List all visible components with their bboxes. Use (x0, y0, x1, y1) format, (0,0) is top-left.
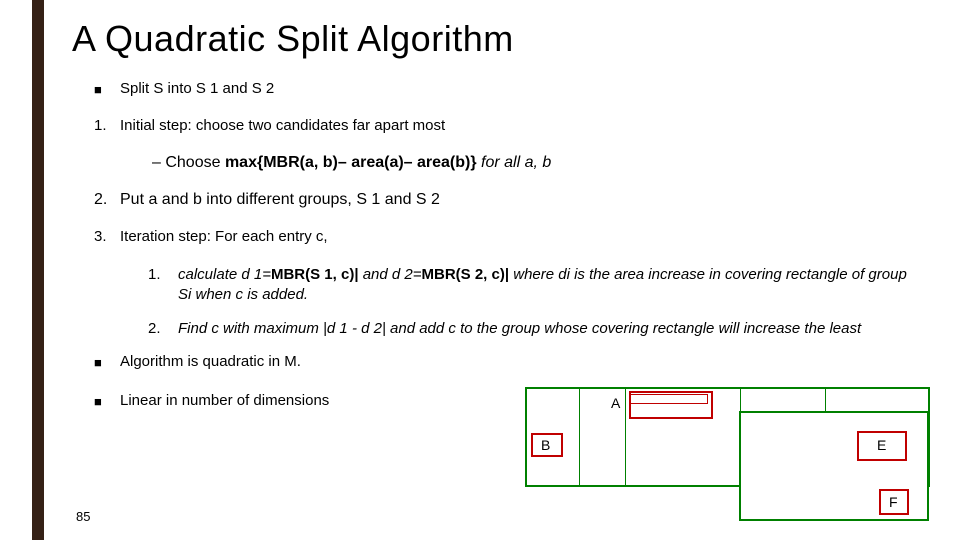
list-number: 1. (148, 265, 178, 306)
grid-line (625, 389, 626, 485)
step-3-sublist: 1. calculate d 1=MBR(S 1, c)| and d 2=MB… (148, 265, 936, 340)
slide-title: A Quadratic Split Algorithm (72, 18, 936, 60)
label-f: F (889, 494, 898, 510)
slide-body: A Quadratic Split Algorithm ■ Split S in… (72, 18, 936, 431)
step-3: 3. Iteration step: For each entry c, (94, 228, 936, 247)
bullet-text: Split S into S 1 and S 2 (120, 80, 274, 99)
bullet-marker: ■ (94, 353, 120, 372)
list-number: 1. (94, 117, 120, 136)
frag: and d 2= (359, 266, 422, 283)
main-list: ■ Split S into S 1 and S 2 1. Initial st… (94, 80, 936, 339)
step-3-2: 2. Find c with maximum |d 1 - d 2| and a… (148, 319, 936, 339)
list-number: 2. (94, 190, 120, 210)
step-1-sub: – Choose max{MBR(a, b)– area(a)– area(b)… (152, 154, 936, 172)
accent-bar (32, 0, 44, 540)
cell-e: E (857, 431, 907, 461)
list-number: 2. (148, 319, 178, 339)
tail-1: ■ Algorithm is quadratic in M. (94, 353, 936, 372)
label-a: A (611, 395, 620, 411)
cell-b: B (531, 433, 563, 457)
label-e: E (877, 437, 886, 453)
step-2: 2. Put a and b into different groups, S … (94, 190, 936, 210)
sub-bold: max{MBR(a, b)– area(a)– area(b)} (225, 154, 477, 171)
step-3-1: 1. calculate d 1=MBR(S 1, c)| and d 2=MB… (148, 265, 936, 306)
frag-bold: MBR(S 2, c)| (422, 266, 510, 283)
list-number: 3. (94, 228, 120, 247)
bullet-marker: ■ (94, 392, 120, 411)
step-3-1-text: calculate d 1=MBR(S 1, c)| and d 2=MBR(S… (178, 265, 918, 306)
grid-line (579, 389, 580, 485)
frag: calculate d 1= (178, 266, 271, 283)
step-1: 1. Initial step: choose two candidates f… (94, 117, 936, 136)
tail-text: Linear in number of dimensions (120, 392, 329, 411)
bullet-marker: ■ (94, 80, 120, 99)
sub-ital: for all a, b (477, 154, 552, 171)
label-b: B (541, 437, 550, 453)
bullet-intro: ■ Split S into S 1 and S 2 (94, 80, 936, 99)
diagram: A B E F (525, 387, 930, 522)
step-3-2-text: Find c with maximum |d 1 - d 2| and add … (178, 319, 861, 339)
frag-bold: MBR(S 1, c)| (271, 266, 359, 283)
sub-prefix: – Choose (152, 154, 225, 171)
tail-text: Algorithm is quadratic in M. (120, 353, 301, 372)
step-text: Put a and b into different groups, S 1 a… (120, 190, 440, 210)
page-number: 85 (76, 509, 90, 524)
cell-a-inner (630, 394, 708, 404)
cell-f: F (879, 489, 909, 515)
step-text: Initial step: choose two candidates far … (120, 117, 445, 136)
step-text: Iteration step: For each entry c, (120, 228, 328, 247)
